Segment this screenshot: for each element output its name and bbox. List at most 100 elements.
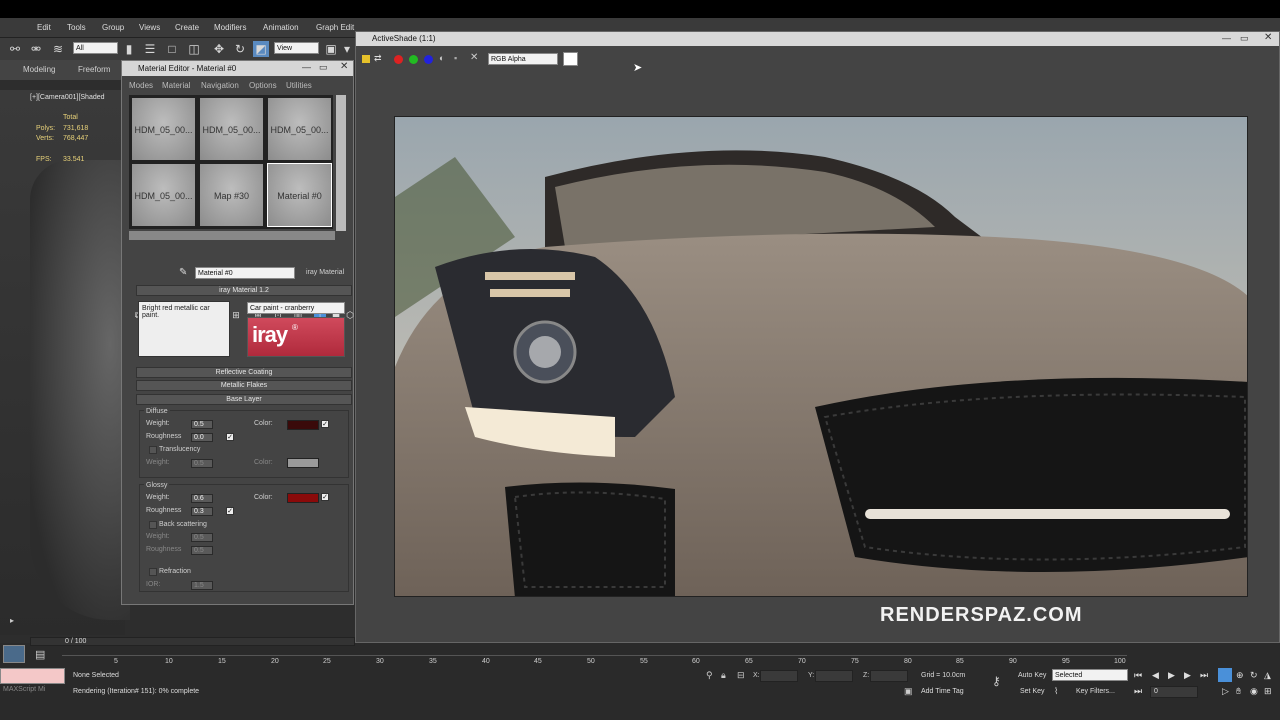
save-image-icon[interactable] xyxy=(362,55,370,63)
go-to-start-icon[interactable]: ⏮ xyxy=(1134,670,1142,681)
refraction-checkbox[interactable] xyxy=(149,568,157,576)
set-key-button[interactable]: Set Key xyxy=(1020,688,1045,695)
make-unique-icon[interactable]: ⊞ xyxy=(230,309,242,321)
previous-frame-icon[interactable]: ◀ xyxy=(1152,670,1159,681)
x-coordinate-field[interactable] xyxy=(760,670,798,682)
blue-channel-icon[interactable] xyxy=(424,55,433,64)
pan-icon[interactable]: ✋︎ xyxy=(1236,686,1241,697)
move-icon[interactable]: ✥ xyxy=(211,41,227,57)
back-scattering-checkbox[interactable] xyxy=(149,521,157,529)
y-coordinate-field[interactable] xyxy=(815,670,853,682)
glossy-roughness-map-toggle[interactable]: ✓ xyxy=(226,507,234,515)
tab-modeling[interactable]: Modeling xyxy=(23,65,55,74)
unlink-icon[interactable]: ⚮ xyxy=(28,41,44,57)
menu-graph-editors[interactable]: Graph Edit xyxy=(316,23,354,32)
more-tools-icon[interactable]: ▾ xyxy=(339,41,355,57)
orbit-icon[interactable]: ↻ xyxy=(1250,670,1258,681)
back-scattering-roughness-spinner[interactable]: 0.5 xyxy=(191,546,213,555)
clone-window-icon[interactable]: ⇄ xyxy=(374,53,382,64)
material-name-field[interactable]: Material #0 xyxy=(195,267,295,279)
menu-modifiers[interactable]: Modifiers xyxy=(214,23,246,32)
translucency-color-swatch[interactable] xyxy=(287,458,319,468)
isolate-icon[interactable]: ⚲ xyxy=(706,670,713,681)
key-icon[interactable]: ⚷ xyxy=(992,674,1001,688)
add-time-tag[interactable]: Add Time Tag xyxy=(921,688,964,695)
maxscript-label[interactable]: MAXScript Mi xyxy=(3,686,45,693)
glossy-roughness-spinner[interactable]: 0.3 xyxy=(191,507,213,516)
lock-icon[interactable]: 🔒︎ xyxy=(721,670,726,681)
me-menu-material[interactable]: Material xyxy=(162,81,190,90)
fov-icon[interactable]: ◮ xyxy=(1264,670,1271,681)
selection-filter-select[interactable]: All xyxy=(73,42,118,54)
sample-slot[interactable]: Map #30 xyxy=(199,163,264,227)
menu-tools[interactable]: Tools xyxy=(67,23,86,32)
green-channel-icon[interactable] xyxy=(409,55,418,64)
as-close-icon[interactable]: ✕ xyxy=(1264,32,1272,43)
window-crossing-icon[interactable]: ◫ xyxy=(186,41,202,57)
channel-swatch[interactable] xyxy=(563,52,578,66)
region-select-icon[interactable]: □ xyxy=(164,41,180,57)
viewport-play-icon[interactable]: ▸ xyxy=(10,616,14,625)
zoom-extents-icon[interactable] xyxy=(1218,668,1232,682)
mini-listener-icon[interactable] xyxy=(3,645,25,663)
as-maximize-icon[interactable]: ▭ xyxy=(1240,33,1249,44)
maxscript-listener[interactable] xyxy=(0,668,65,684)
sample-slot[interactable]: HDM_05_00... xyxy=(267,97,332,161)
menu-views[interactable]: Views xyxy=(139,23,160,32)
select-object-icon[interactable]: ▮ xyxy=(121,41,137,57)
time-tag-icon[interactable]: ▣ xyxy=(904,686,913,697)
zoom-icon[interactable]: ⊕ xyxy=(1236,670,1244,681)
glossy-color-map-toggle[interactable]: ✓ xyxy=(321,493,329,501)
slot-hscrollbar[interactable] xyxy=(129,231,335,240)
link-icon[interactable]: ⚯ xyxy=(7,41,23,57)
menu-create[interactable]: Create xyxy=(175,23,199,32)
go-to-end-icon[interactable]: ⏭ xyxy=(1200,670,1208,681)
me-menu-navigation[interactable]: Navigation xyxy=(201,81,239,90)
material-type-button[interactable]: iray Material xyxy=(306,269,344,276)
key-filters-button[interactable]: Key Filters... xyxy=(1076,688,1115,695)
time-slider[interactable]: 0 / 100 xyxy=(30,637,355,646)
key-tangent-icon[interactable]: ⌇ xyxy=(1054,686,1058,697)
z-coordinate-field[interactable] xyxy=(870,670,908,682)
activeshade-title[interactable]: ActiveShade (1:1) xyxy=(356,32,1279,46)
key-mode-icon[interactable]: ⏭ xyxy=(1134,686,1142,697)
me-menu-options[interactable]: Options xyxy=(249,81,277,90)
me-menu-utilities[interactable]: Utilities xyxy=(286,81,312,90)
rollout-base-layer[interactable]: Base Layer xyxy=(136,394,352,405)
absolute-mode-icon[interactable]: ⊟ xyxy=(737,670,745,681)
diffuse-color-swatch[interactable] xyxy=(287,420,319,430)
rollout-iray-material[interactable]: iray Material 1.2 xyxy=(136,285,352,296)
pivot-icon[interactable]: ▣ xyxy=(323,41,339,57)
rollout-metallic-flakes[interactable]: Metallic Flakes xyxy=(136,380,352,391)
bind-space-warp-icon[interactable]: ≋ xyxy=(50,41,66,57)
monochrome-icon[interactable]: ▪ xyxy=(454,53,457,63)
orbit-subobject-icon[interactable]: ◉ xyxy=(1250,686,1258,697)
red-channel-icon[interactable] xyxy=(394,55,403,64)
glossy-color-swatch[interactable] xyxy=(287,493,319,503)
menu-edit[interactable]: Edit xyxy=(37,23,51,32)
me-menu-modes[interactable]: Modes xyxy=(129,81,153,90)
key-mode-select[interactable]: Selected xyxy=(1052,669,1128,681)
translucency-checkbox[interactable] xyxy=(149,446,157,454)
sample-slot[interactable]: HDM_05_00... xyxy=(199,97,264,161)
diffuse-roughness-map-toggle[interactable]: ✓ xyxy=(226,433,234,441)
track-view-icon[interactable]: ▤ xyxy=(35,648,45,661)
diffuse-color-map-toggle[interactable]: ✓ xyxy=(321,420,329,428)
diffuse-roughness-spinner[interactable]: 0.0 xyxy=(191,433,213,442)
material-description[interactable]: Bright red metallic car paint. xyxy=(138,301,230,357)
tab-freeform[interactable]: Freeform xyxy=(78,65,110,74)
menu-animation[interactable]: Animation xyxy=(263,23,299,32)
as-minimize-icon[interactable]: — xyxy=(1222,33,1231,43)
play-icon[interactable]: ▶ xyxy=(1168,670,1175,681)
menu-group[interactable]: Group xyxy=(102,23,124,32)
reference-coordinate-select[interactable]: View xyxy=(274,42,319,54)
close-icon[interactable]: ✕ xyxy=(340,61,348,72)
viewport-label[interactable]: [+][Camera001][Shaded xyxy=(30,94,105,101)
minimize-icon[interactable]: — xyxy=(302,62,311,72)
sample-slot[interactable]: HDM_05_00... xyxy=(131,163,196,227)
sample-slot[interactable]: HDM_05_00... xyxy=(131,97,196,161)
auto-key-button[interactable]: Auto Key xyxy=(1018,672,1046,679)
rotate-icon[interactable]: ↻ xyxy=(232,41,248,57)
rollout-reflective-coating[interactable]: Reflective Coating xyxy=(136,367,352,378)
glossy-weight-spinner[interactable]: 0.6 xyxy=(191,494,213,503)
